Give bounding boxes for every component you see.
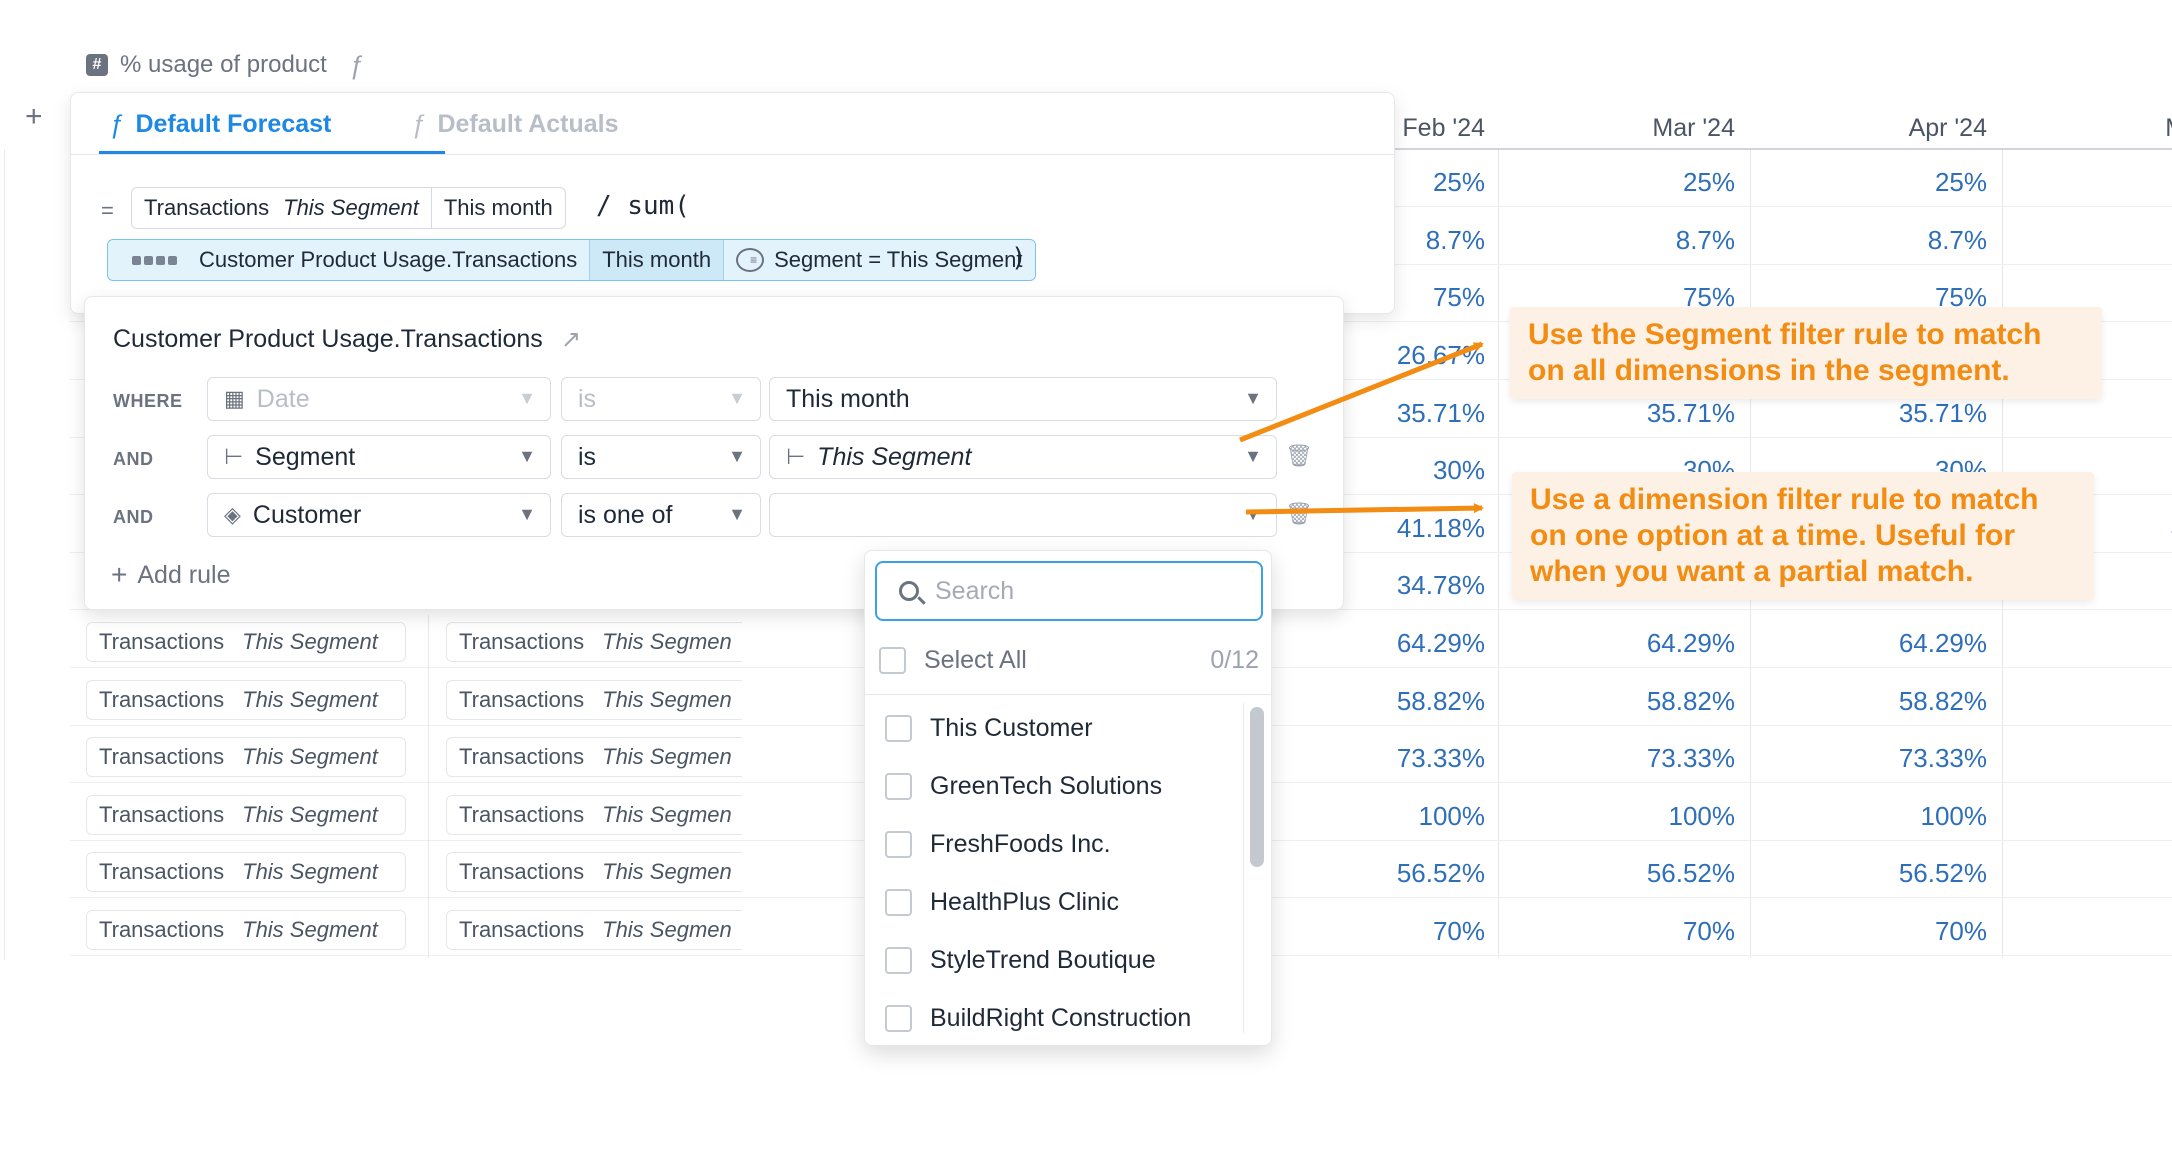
segment-arrow	[1239, 341, 1484, 443]
annotation-arrows	[1239, 341, 1484, 515]
dimension-arrow	[1245, 503, 1484, 515]
